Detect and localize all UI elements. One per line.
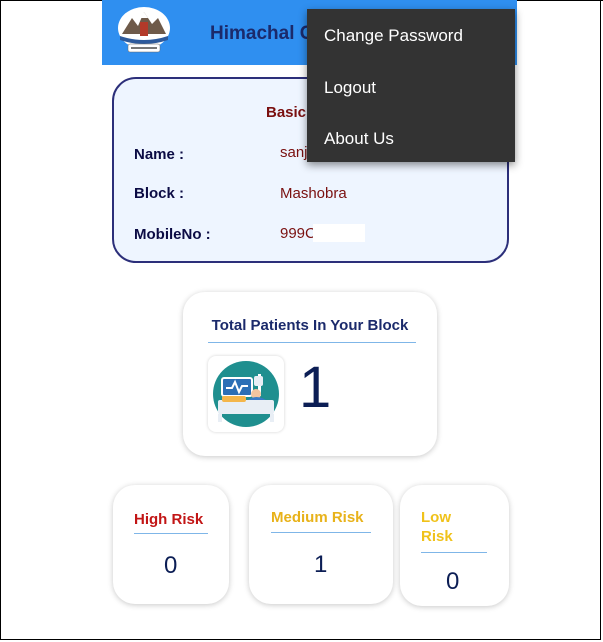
medium-risk-label: Medium Risk [271, 509, 364, 526]
high-risk-count: 0 [164, 552, 178, 579]
menu-item-about-us[interactable]: About Us [324, 129, 394, 149]
high-risk-divider [134, 533, 208, 534]
total-patients-divider [208, 342, 416, 343]
high-risk-card[interactable]: High Risk 0 [113, 485, 229, 604]
low-risk-label-line2: Risk [421, 528, 453, 545]
app-title: Himachal C [210, 23, 312, 44]
total-patients-title: Total Patients In Your Block [211, 317, 409, 334]
low-risk-label-line1: Low [421, 509, 451, 526]
mobile-value: 999C [280, 225, 316, 242]
redaction-mask [313, 224, 365, 242]
himachal-emblem-icon [116, 6, 172, 56]
mobile-label: MobileNo : [134, 226, 211, 243]
low-risk-divider [421, 552, 487, 553]
overflow-menu: Change Password Logout About Us [307, 9, 515, 162]
patient-bed-icon [208, 356, 284, 432]
menu-item-change-password[interactable]: Change Password [324, 26, 463, 46]
medium-risk-card[interactable]: Medium Risk 1 [249, 485, 393, 604]
medium-risk-count: 1 [314, 551, 328, 578]
total-patients-card[interactable]: Total Patients In Your Block 1 [183, 292, 437, 456]
name-value: sanj [280, 144, 308, 161]
block-value: Mashobra [280, 185, 347, 202]
total-patients-count: 1 [299, 355, 332, 420]
medium-risk-divider [271, 532, 371, 533]
menu-item-logout[interactable]: Logout [324, 78, 376, 98]
low-risk-count: 0 [446, 568, 460, 595]
name-label: Name : [134, 146, 185, 163]
block-label: Block : [134, 185, 185, 202]
low-risk-card[interactable]: Low Risk 0 [400, 485, 509, 606]
high-risk-label: High Risk [134, 511, 204, 528]
info-card-title: Basic [266, 104, 307, 121]
